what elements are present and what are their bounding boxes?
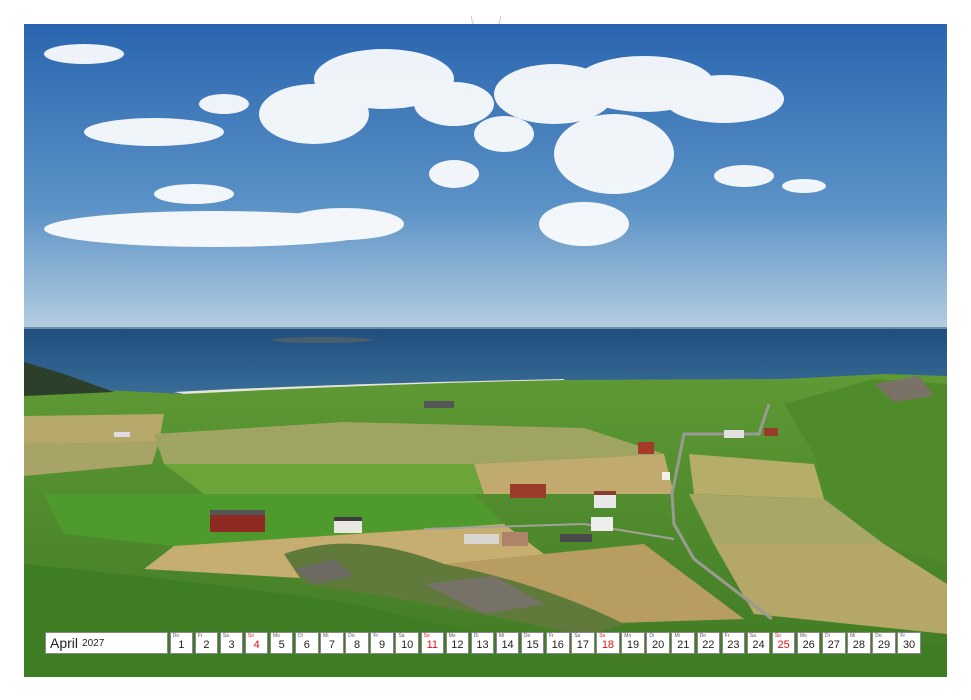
day-number: 30 xyxy=(902,639,916,651)
day-cell: Di 20 xyxy=(646,632,670,654)
day-number: 7 xyxy=(328,639,335,651)
day-number: 4 xyxy=(253,639,260,651)
day-cell: Mi 28 xyxy=(847,632,871,654)
day-number: 8 xyxy=(353,639,361,651)
day-number: 28 xyxy=(852,639,865,651)
day-cell: Do 15 xyxy=(520,632,545,654)
day-cell: Do 29 xyxy=(872,632,896,654)
day-number: 12 xyxy=(451,639,464,651)
day-number: 24 xyxy=(752,639,765,651)
calendar-strip: April 2027 Do 1 Fr 2 Sa 3 So 4 Mo 5 Di 6 Mi 7 Do 8 Fr 9 Sa… xyxy=(45,632,921,656)
day-number: 1 xyxy=(178,639,185,651)
day-number: 5 xyxy=(278,639,285,651)
day-number: 29 xyxy=(877,639,891,651)
day-number: 20 xyxy=(652,639,665,651)
day-number: 15 xyxy=(526,639,539,651)
day-number: 26 xyxy=(802,639,815,651)
day-cell: So 4 xyxy=(244,632,269,654)
day-cell: So 18 xyxy=(596,632,620,654)
day-cell: Mi 14 xyxy=(495,632,520,654)
day-cell: Fr 9 xyxy=(370,632,394,654)
day-cell: Do 22 xyxy=(696,632,721,654)
day-cell: Mo 12 xyxy=(445,632,470,654)
day-cell: Mo 26 xyxy=(796,632,821,654)
day-number: 11 xyxy=(426,639,438,651)
day-number: 25 xyxy=(777,639,790,651)
day-cell: Fr 23 xyxy=(721,632,746,654)
island xyxy=(272,337,372,343)
sky xyxy=(24,24,947,329)
day-cell: So 25 xyxy=(771,632,796,654)
day-cell: Sa 24 xyxy=(746,632,771,654)
month-name: April xyxy=(50,635,79,651)
day-cell: Do 8 xyxy=(345,632,369,654)
day-cell: Mo 5 xyxy=(269,632,294,654)
day-number: 14 xyxy=(501,639,514,651)
days-row: Do 1 Fr 2 Sa 3 So 4 Mo 5 Di 6 Mi 7 Do 8 Fr 9 Sa 10 So 11 Mo 12 D… xyxy=(168,632,921,656)
day-cell: Mi 21 xyxy=(671,632,695,654)
day-cell: Fr 16 xyxy=(546,632,570,654)
day-number: 18 xyxy=(601,639,615,651)
day-number: 13 xyxy=(476,639,489,651)
day-number: 23 xyxy=(727,639,740,651)
day-number: 2 xyxy=(203,639,210,651)
day-number: 17 xyxy=(576,639,589,651)
day-cell: Sa 3 xyxy=(219,632,244,654)
month-label: April 2027 xyxy=(45,632,168,654)
day-cell: Do 1 xyxy=(169,632,194,654)
day-cell: Mi 7 xyxy=(320,632,344,654)
day-number: 3 xyxy=(228,639,235,651)
day-number: 16 xyxy=(551,639,564,651)
day-cell: Di 6 xyxy=(295,632,319,654)
day-number: 10 xyxy=(401,639,414,651)
day-cell: Di 27 xyxy=(822,632,846,654)
day-number: 21 xyxy=(677,639,690,651)
day-cell: Fr 2 xyxy=(194,632,219,654)
day-number: 27 xyxy=(827,639,840,651)
day-cell: So 11 xyxy=(420,632,445,654)
day-number: 9 xyxy=(379,639,386,651)
year: 2027 xyxy=(82,637,105,649)
day-number: 19 xyxy=(626,639,640,651)
day-cell: Fr 30 xyxy=(897,632,921,654)
day-number: 6 xyxy=(303,639,310,651)
day-number: 22 xyxy=(702,639,715,651)
landscape-photo xyxy=(24,24,947,677)
day-cell: Sa 10 xyxy=(395,632,419,654)
day-cell: Sa 17 xyxy=(571,632,595,654)
day-cell: Di 13 xyxy=(470,632,495,654)
day-cell: Mo 19 xyxy=(621,632,645,654)
